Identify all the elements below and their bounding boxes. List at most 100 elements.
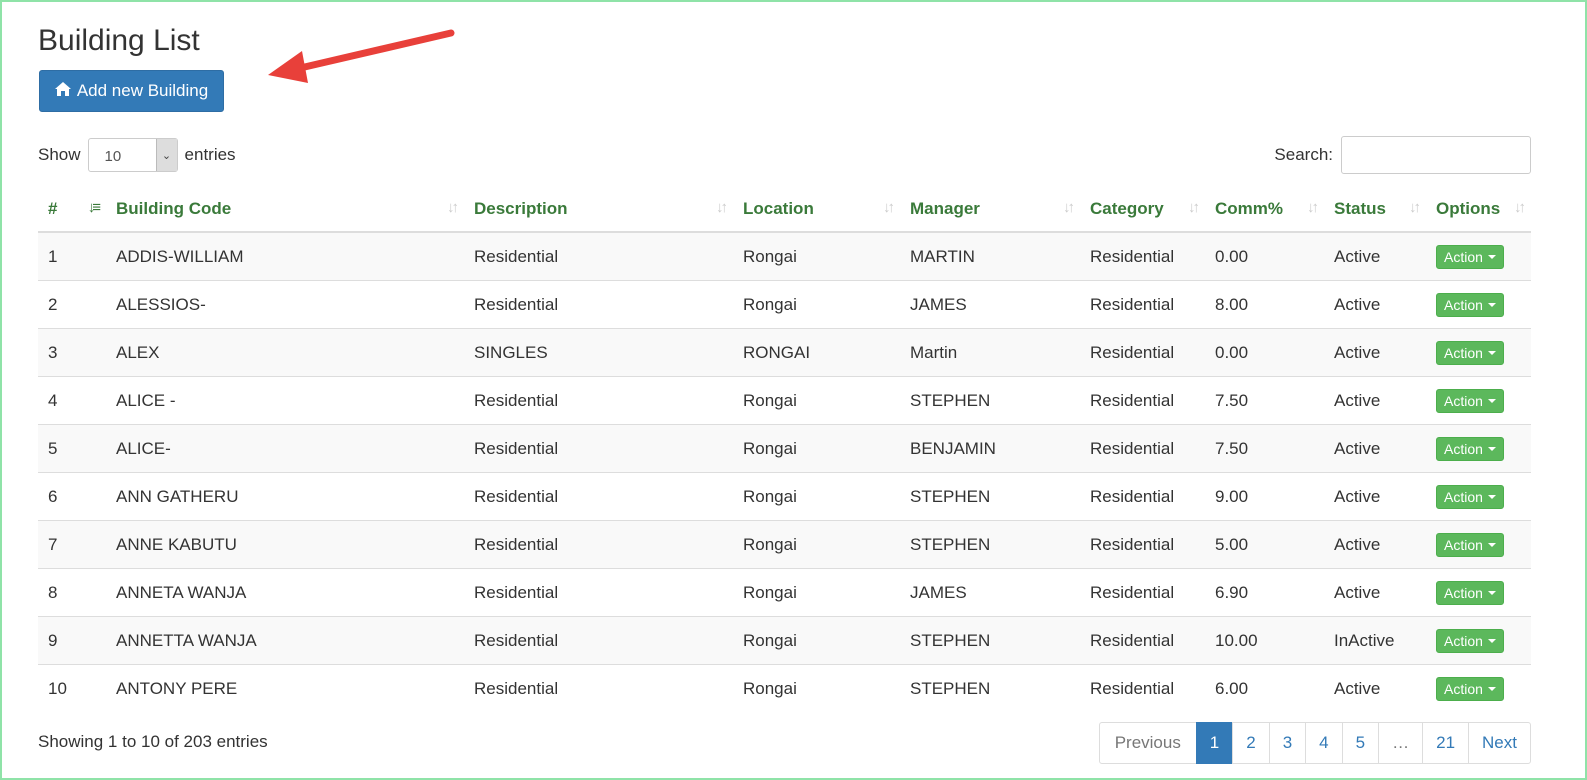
caret-down-icon <box>1487 398 1496 403</box>
cell-row-number: 1 <box>38 231 106 281</box>
table-row: 2 ALESSIOS- Residential Rongai JAMES Resident… <box>38 280 1531 329</box>
cell-status: Active <box>1324 280 1426 329</box>
cell-row-number: 7 <box>38 520 106 569</box>
cell-comm: 6.90 <box>1205 568 1324 617</box>
cell-row-number: 2 <box>38 280 106 329</box>
cell-status: Active <box>1324 424 1426 473</box>
cell-location: Rongai <box>733 424 900 473</box>
caret-down-icon <box>1487 254 1496 259</box>
column-header-number[interactable]: # ↓≡ <box>38 186 106 233</box>
cell-row-number: 3 <box>38 328 106 377</box>
cell-building-code: ANN GATHERU <box>106 472 464 521</box>
cell-manager: JAMES <box>900 280 1080 329</box>
table-row: 8 ANNETA WANJA Residential Rongai JAMES Resid… <box>38 568 1531 617</box>
cell-status: Active <box>1324 376 1426 425</box>
next-page-button[interactable]: Next <box>1468 722 1531 764</box>
cell-building-code: ALESSIOS- <box>106 280 464 329</box>
table-row: 3 ALEX SINGLES RONGAI Martin Residential 0.00 A… <box>38 328 1531 377</box>
column-header-comm[interactable]: Comm% ↓↑ <box>1205 186 1324 233</box>
column-header-building-code[interactable]: Building Code ↓↑ <box>106 186 464 233</box>
add-building-label: Add new Building <box>76 81 209 100</box>
cell-location: Rongai <box>733 231 900 281</box>
table-row: 1 ADDIS-WILLIAM Residential Rongai MARTIN Res… <box>38 231 1531 281</box>
cell-manager: BENJAMIN <box>900 424 1080 473</box>
cell-category: Residential <box>1080 616 1205 665</box>
cell-location: Rongai <box>733 376 900 425</box>
cell-status: InActive <box>1324 616 1426 665</box>
action-dropdown-button[interactable]: Action <box>1436 388 1504 413</box>
table-body: 1 ADDIS-WILLIAM Residential Rongai MARTIN Res… <box>38 231 1531 712</box>
caret-down-icon <box>1487 638 1496 643</box>
cell-comm: 10.00 <box>1205 616 1324 665</box>
search-control: Search: <box>1274 136 1531 174</box>
cell-description: Residential <box>464 424 733 473</box>
action-dropdown-button[interactable]: Action <box>1436 340 1504 365</box>
cell-category: Residential <box>1080 568 1205 617</box>
action-dropdown-button[interactable]: Action <box>1436 436 1504 461</box>
action-dropdown-button[interactable]: Action <box>1436 484 1504 509</box>
cell-building-code: ALICE - <box>106 376 464 425</box>
previous-page-button[interactable]: Previous <box>1098 722 1197 764</box>
page-button-5[interactable]: 5 <box>1341 722 1380 764</box>
column-header-location[interactable]: Location ↓↑ <box>733 186 900 233</box>
page-button-21[interactable]: 21 <box>1422 722 1470 764</box>
action-dropdown-button[interactable]: Action <box>1436 292 1504 317</box>
column-header-manager[interactable]: Manager ↓↑ <box>900 186 1080 233</box>
cell-description: Residential <box>464 231 733 281</box>
action-dropdown-button[interactable]: Action <box>1436 580 1504 605</box>
cell-status: Active <box>1324 520 1426 569</box>
action-dropdown-button[interactable]: Action <box>1436 676 1504 701</box>
cell-row-number: 10 <box>38 664 106 712</box>
column-header-status[interactable]: Status ↓↑ <box>1324 186 1426 233</box>
table-row: 7 ANNE KABUTU Residential Rongai STEPHEN Resi… <box>38 520 1531 569</box>
action-dropdown-button[interactable]: Action <box>1436 628 1504 653</box>
cell-options: Action <box>1426 328 1531 377</box>
cell-manager: STEPHEN <box>900 664 1080 712</box>
column-header-category[interactable]: Category ↓↑ <box>1080 186 1205 233</box>
column-header-options[interactable]: Options ↓↑ <box>1426 186 1531 233</box>
search-input[interactable] <box>1341 136 1531 174</box>
cell-manager: Martin <box>900 328 1080 377</box>
page-button-3[interactable]: 3 <box>1268 722 1307 764</box>
table-row: 5 ALICE- Residential Rongai BENJAMIN Resident… <box>38 424 1531 473</box>
caret-down-icon <box>1487 590 1496 595</box>
cell-building-code: ALICE- <box>106 424 464 473</box>
cell-location: Rongai <box>733 472 900 521</box>
cell-options: Action <box>1426 520 1531 569</box>
action-dropdown-button[interactable]: Action <box>1436 244 1504 269</box>
table-row: 4 ALICE - Residential Rongai STEPHEN Resident… <box>38 376 1531 425</box>
cell-status: Active <box>1324 664 1426 712</box>
cell-manager: STEPHEN <box>900 472 1080 521</box>
add-building-button[interactable]: Add new Building <box>39 70 224 112</box>
sort-icon: ↓↑ <box>883 199 895 216</box>
table-row: 9 ANNETTA WANJA Residential Rongai STEPHEN Re… <box>38 616 1531 665</box>
cell-status: Active <box>1324 568 1426 617</box>
column-header-description[interactable]: Description ↓↑ <box>464 186 733 233</box>
sort-icon: ↓↑ <box>716 199 728 216</box>
page-title: Building List <box>38 24 200 57</box>
cell-options: Action <box>1426 472 1531 521</box>
action-label: Action <box>1444 536 1483 553</box>
home-icon <box>54 81 71 101</box>
cell-status: Active <box>1324 328 1426 377</box>
pagination: Previous 1 2 3 4 5… 21 Next <box>1098 722 1531 764</box>
cell-options: Action <box>1426 280 1531 329</box>
page-button-4[interactable]: 4 <box>1305 722 1343 764</box>
cell-category: Residential <box>1080 280 1205 329</box>
entries-select[interactable]: 10 ⌄ <box>87 138 178 172</box>
caret-down-icon <box>1487 350 1496 355</box>
cell-comm: 7.50 <box>1205 424 1324 473</box>
sort-icon: ↓↑ <box>1188 199 1200 216</box>
action-label: Action <box>1444 296 1483 313</box>
cell-options: Action <box>1426 376 1531 425</box>
page-button-1[interactable]: 1 <box>1195 722 1234 764</box>
cell-location: Rongai <box>733 280 900 329</box>
page-button-2[interactable]: 2 <box>1232 722 1270 764</box>
cell-category: Residential <box>1080 376 1205 425</box>
cell-row-number: 9 <box>38 616 106 665</box>
cell-manager: JAMES <box>900 568 1080 617</box>
caret-down-icon <box>1487 302 1496 307</box>
action-label: Action <box>1444 392 1483 409</box>
cell-options: Action <box>1426 231 1531 281</box>
action-dropdown-button[interactable]: Action <box>1436 532 1504 557</box>
